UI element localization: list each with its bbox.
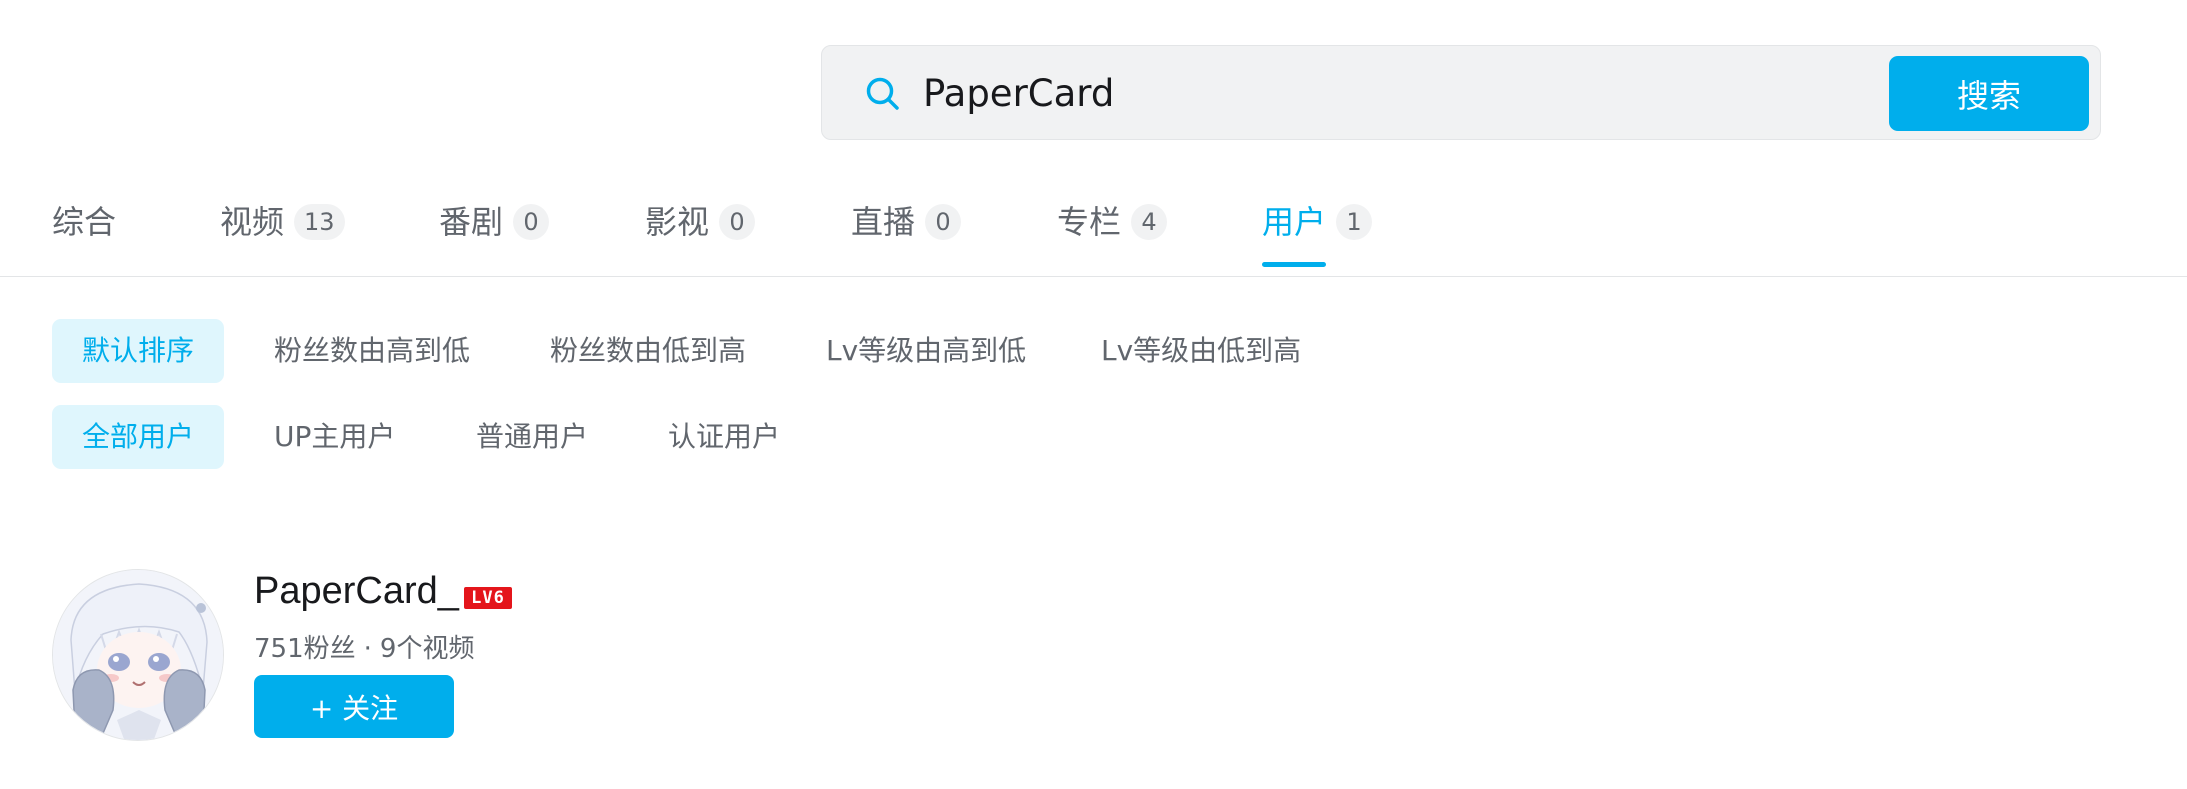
level-badge: LV6 (464, 587, 512, 609)
tab-film[interactable]: 影视 0 (645, 186, 756, 276)
search-button[interactable]: 搜索 (1889, 56, 2089, 131)
tab-article[interactable]: 专栏 4 (1057, 186, 1168, 276)
tab-live[interactable]: 直播 0 (851, 186, 962, 276)
videos-count[interactable]: 9个视频 (380, 634, 475, 664)
user-stats: 751粉丝 · 9个视频 (254, 628, 474, 665)
avatar-illustration (53, 570, 223, 740)
tab-count-badge: 0 (925, 204, 962, 240)
sort-default-chip[interactable]: 默认排序 (52, 319, 224, 383)
follow-button[interactable]: + 关注 (254, 675, 454, 738)
user-type-filter-row: 全部用户 UP主用户 普通用户 认证用户 (52, 405, 852, 469)
tab-count-badge: 13 (294, 204, 345, 240)
tab-label: 用户 (1262, 203, 1327, 241)
search-input[interactable] (923, 60, 1683, 126)
tab-label: 视频 (220, 203, 285, 241)
sort-fans-desc-chip[interactable]: 粉丝数由高到低 (274, 319, 470, 383)
tab-label: 影视 (645, 203, 710, 241)
tab-video[interactable]: 视频 13 (220, 186, 345, 276)
sort-filter-row: 默认排序 粉丝数由高到低 粉丝数由低到高 Lv等级由高到低 Lv等级由低到高 (52, 319, 1452, 383)
tab-bangumi[interactable]: 番剧 0 (439, 186, 550, 276)
user-type-normal-chip[interactable]: 普通用户 (476, 405, 588, 469)
tab-count-badge: 0 (719, 204, 756, 240)
tab-label: 专栏 (1057, 203, 1122, 241)
tab-count-badge: 0 (513, 204, 550, 240)
search-tabs: 综合 视频 13 番剧 0 影视 0 直播 0 专栏 4 用户 1 (52, 186, 2187, 276)
tab-label: 番剧 (439, 203, 504, 241)
active-tab-indicator (1262, 262, 1326, 267)
stats-separator: · (363, 634, 372, 664)
tabs-divider (0, 276, 2187, 277)
fans-count: 751粉丝 (254, 634, 356, 664)
tab-count-badge: 1 (1336, 204, 1373, 240)
user-name-link[interactable]: PaperCard_ (254, 570, 459, 613)
user-type-verified-chip[interactable]: 认证用户 (668, 405, 780, 469)
tab-user[interactable]: 用户 1 (1262, 186, 1373, 276)
search-bar: 搜索 (821, 45, 2101, 140)
user-type-all-chip[interactable]: 全部用户 (52, 405, 224, 469)
sort-level-asc-chip[interactable]: Lv等级由低到高 (1101, 319, 1301, 383)
tab-label: 直播 (851, 203, 916, 241)
search-results-page: 搜索 综合 视频 13 番剧 0 影视 0 直播 0 专栏 4 用户 1 (0, 0, 2187, 789)
tab-all[interactable]: 综合 (52, 186, 116, 276)
search-icon[interactable] (863, 74, 903, 114)
user-avatar[interactable] (52, 569, 224, 741)
sort-fans-asc-chip[interactable]: 粉丝数由低到高 (550, 319, 746, 383)
tab-count-badge: 4 (1131, 204, 1168, 240)
sort-level-desc-chip[interactable]: Lv等级由高到低 (826, 319, 1026, 383)
tab-label: 综合 (52, 203, 117, 241)
user-type-up-chip[interactable]: UP主用户 (274, 405, 395, 469)
